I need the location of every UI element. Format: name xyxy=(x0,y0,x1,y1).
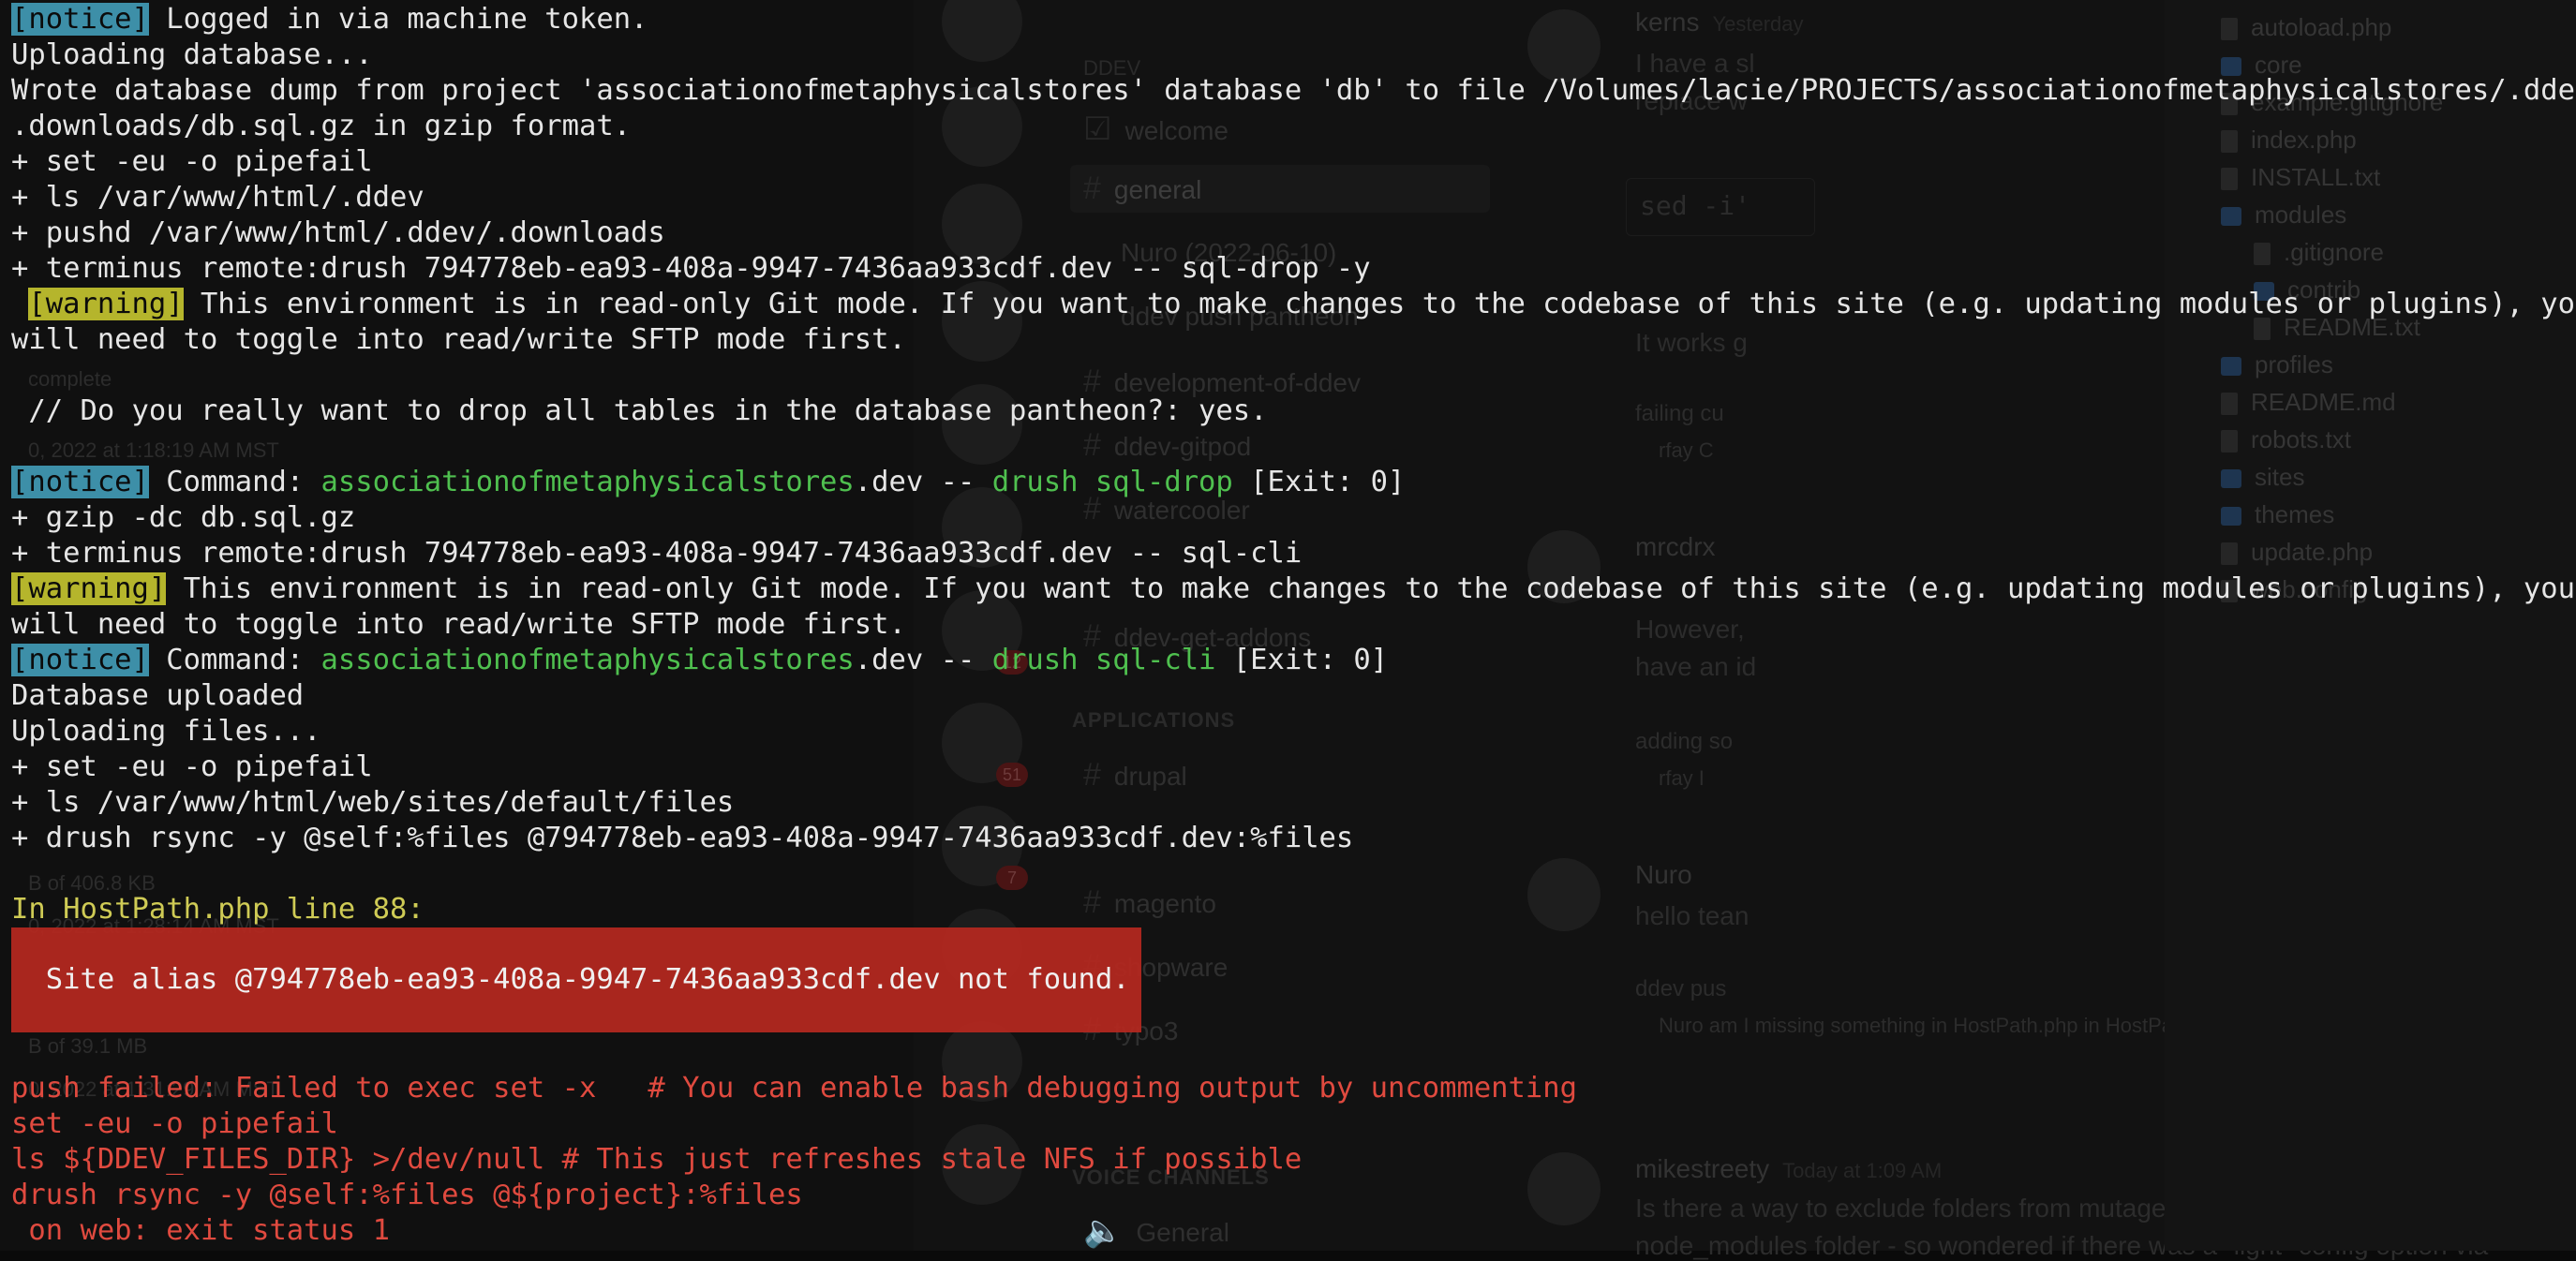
notice-tag: [notice] xyxy=(11,3,149,36)
terminal-line: + gzip -dc db.sql.gz xyxy=(11,500,355,536)
terminal-text: // Do you really want to drop all tables… xyxy=(11,394,1268,427)
error-output-line: on web: exit status 1 xyxy=(11,1214,390,1247)
terminal-line: + terminus remote:drush 794778eb-ea93-40… xyxy=(11,251,1371,287)
terminal-text: Uploading database... xyxy=(11,38,373,71)
terminal-text: + pushd /var/www/html/.ddev/.downloads xyxy=(11,216,665,249)
terminal-text: Wrote database dump from project 'associ… xyxy=(11,74,2576,107)
terminal-text: associationofmetaphysicalstores xyxy=(320,466,855,498)
notice-tag: [notice] xyxy=(11,644,149,676)
terminal-text: + gzip -dc db.sql.gz xyxy=(11,501,356,534)
terminal-text: Logged in via machine token. xyxy=(148,3,648,36)
terminal-text: In HostPath.php line 88: xyxy=(11,893,424,926)
terminal-line: // Do you really want to drop all tables… xyxy=(11,393,1267,429)
terminal-text: .downloads/db.sql.gz in gzip format. xyxy=(11,110,632,142)
terminal-text: + terminus remote:drush 794778eb-ea93-40… xyxy=(11,537,1303,570)
error-output-line: set -eu -o pipefail xyxy=(11,1107,338,1140)
error-output-line: ls ${DDEV_FILES_DIR} >/dev/null # This j… xyxy=(11,1143,1303,1176)
terminal-line: Database uploaded xyxy=(11,678,304,714)
terminal-text: This environment is in read-only Git mod… xyxy=(183,288,2576,320)
terminal-line: + ls /var/www/html/.ddev xyxy=(11,180,424,215)
error-message: Site alias @794778eb-ea93-408a-9947-7436… xyxy=(11,963,1130,996)
terminal-text: .dev -- xyxy=(854,644,992,676)
terminal-line: + set -eu -o pipefail xyxy=(11,749,373,785)
terminal-line: will need to toggle into read/write SFTP… xyxy=(11,322,906,358)
terminal-line: + drush rsync -y @self:%files @794778eb-… xyxy=(11,821,1353,856)
terminal-text: + ls /var/www/html/web/sites/default/fil… xyxy=(11,786,735,819)
terminal-line: [notice] Command: associationofmetaphysi… xyxy=(11,465,1405,500)
terminal-text: + ls /var/www/html/.ddev xyxy=(11,181,424,214)
terminal-line: Uploading files... xyxy=(11,714,321,749)
terminal-line: In HostPath.php line 88: xyxy=(11,892,424,927)
error-output-line: push failed: Failed to exec set -x # You… xyxy=(11,1072,1577,1105)
terminal-text: drush sql-drop xyxy=(991,466,1233,498)
terminal-text: will need to toggle into read/write SFTP… xyxy=(11,323,906,356)
terminal-line: [notice] Command: associationofmetaphysi… xyxy=(11,643,1388,678)
terminal-text: + drush rsync -y @self:%files @794778eb-… xyxy=(11,822,1354,854)
terminal-line: [warning] This environment is in read-on… xyxy=(11,287,2576,322)
terminal-text: [Exit: 0] xyxy=(1215,644,1389,676)
terminal-line: .downloads/db.sql.gz in gzip format. xyxy=(11,109,631,144)
terminal-text: [Exit: 0] xyxy=(1232,466,1406,498)
notice-tag: [notice] xyxy=(11,466,149,498)
terminal-text: .dev -- xyxy=(854,466,992,498)
warning-tag: [warning] xyxy=(11,572,167,605)
terminal-line: [warning] This environment is in read-on… xyxy=(11,571,2575,607)
terminal-text: Database uploaded xyxy=(11,679,305,712)
terminal-text: Command: xyxy=(148,644,321,676)
terminal-line: + pushd /var/www/html/.ddev/.downloads xyxy=(11,215,665,251)
warning-tag: [warning] xyxy=(28,288,184,320)
terminal-text: + set -eu -o pipefail xyxy=(11,750,373,783)
terminal-line: + set -eu -o pipefail xyxy=(11,144,373,180)
terminal-line: + ls /var/www/html/web/sites/default/fil… xyxy=(11,785,734,821)
terminal-text: drush sql-cli xyxy=(991,644,1216,676)
terminal-line: will need to toggle into read/write SFTP… xyxy=(11,607,906,643)
terminal-text: will need to toggle into read/write SFTP… xyxy=(11,608,906,641)
terminal-text: + set -eu -o pipefail xyxy=(11,145,373,178)
error-output-line: drush rsync -y @self:%files @${project}:… xyxy=(11,1179,803,1211)
terminal-line: Uploading database... xyxy=(11,37,373,73)
terminal-line: Wrote database dump from project 'associ… xyxy=(11,73,2576,109)
terminal-text: This environment is in read-only Git mod… xyxy=(166,572,2576,605)
terminal-text: Command: xyxy=(148,466,321,498)
terminal-text: associationofmetaphysicalstores xyxy=(320,644,855,676)
terminal-text: Uploading files... xyxy=(11,715,321,748)
terminal-line: + terminus remote:drush 794778eb-ea93-40… xyxy=(11,536,1302,571)
terminal-line: [notice] Logged in via machine token. xyxy=(11,2,648,37)
terminal-text: + terminus remote:drush 794778eb-ea93-40… xyxy=(11,252,1371,285)
terminal-output[interactable]: [notice] Logged in via machine token. Upl… xyxy=(0,0,2576,1251)
